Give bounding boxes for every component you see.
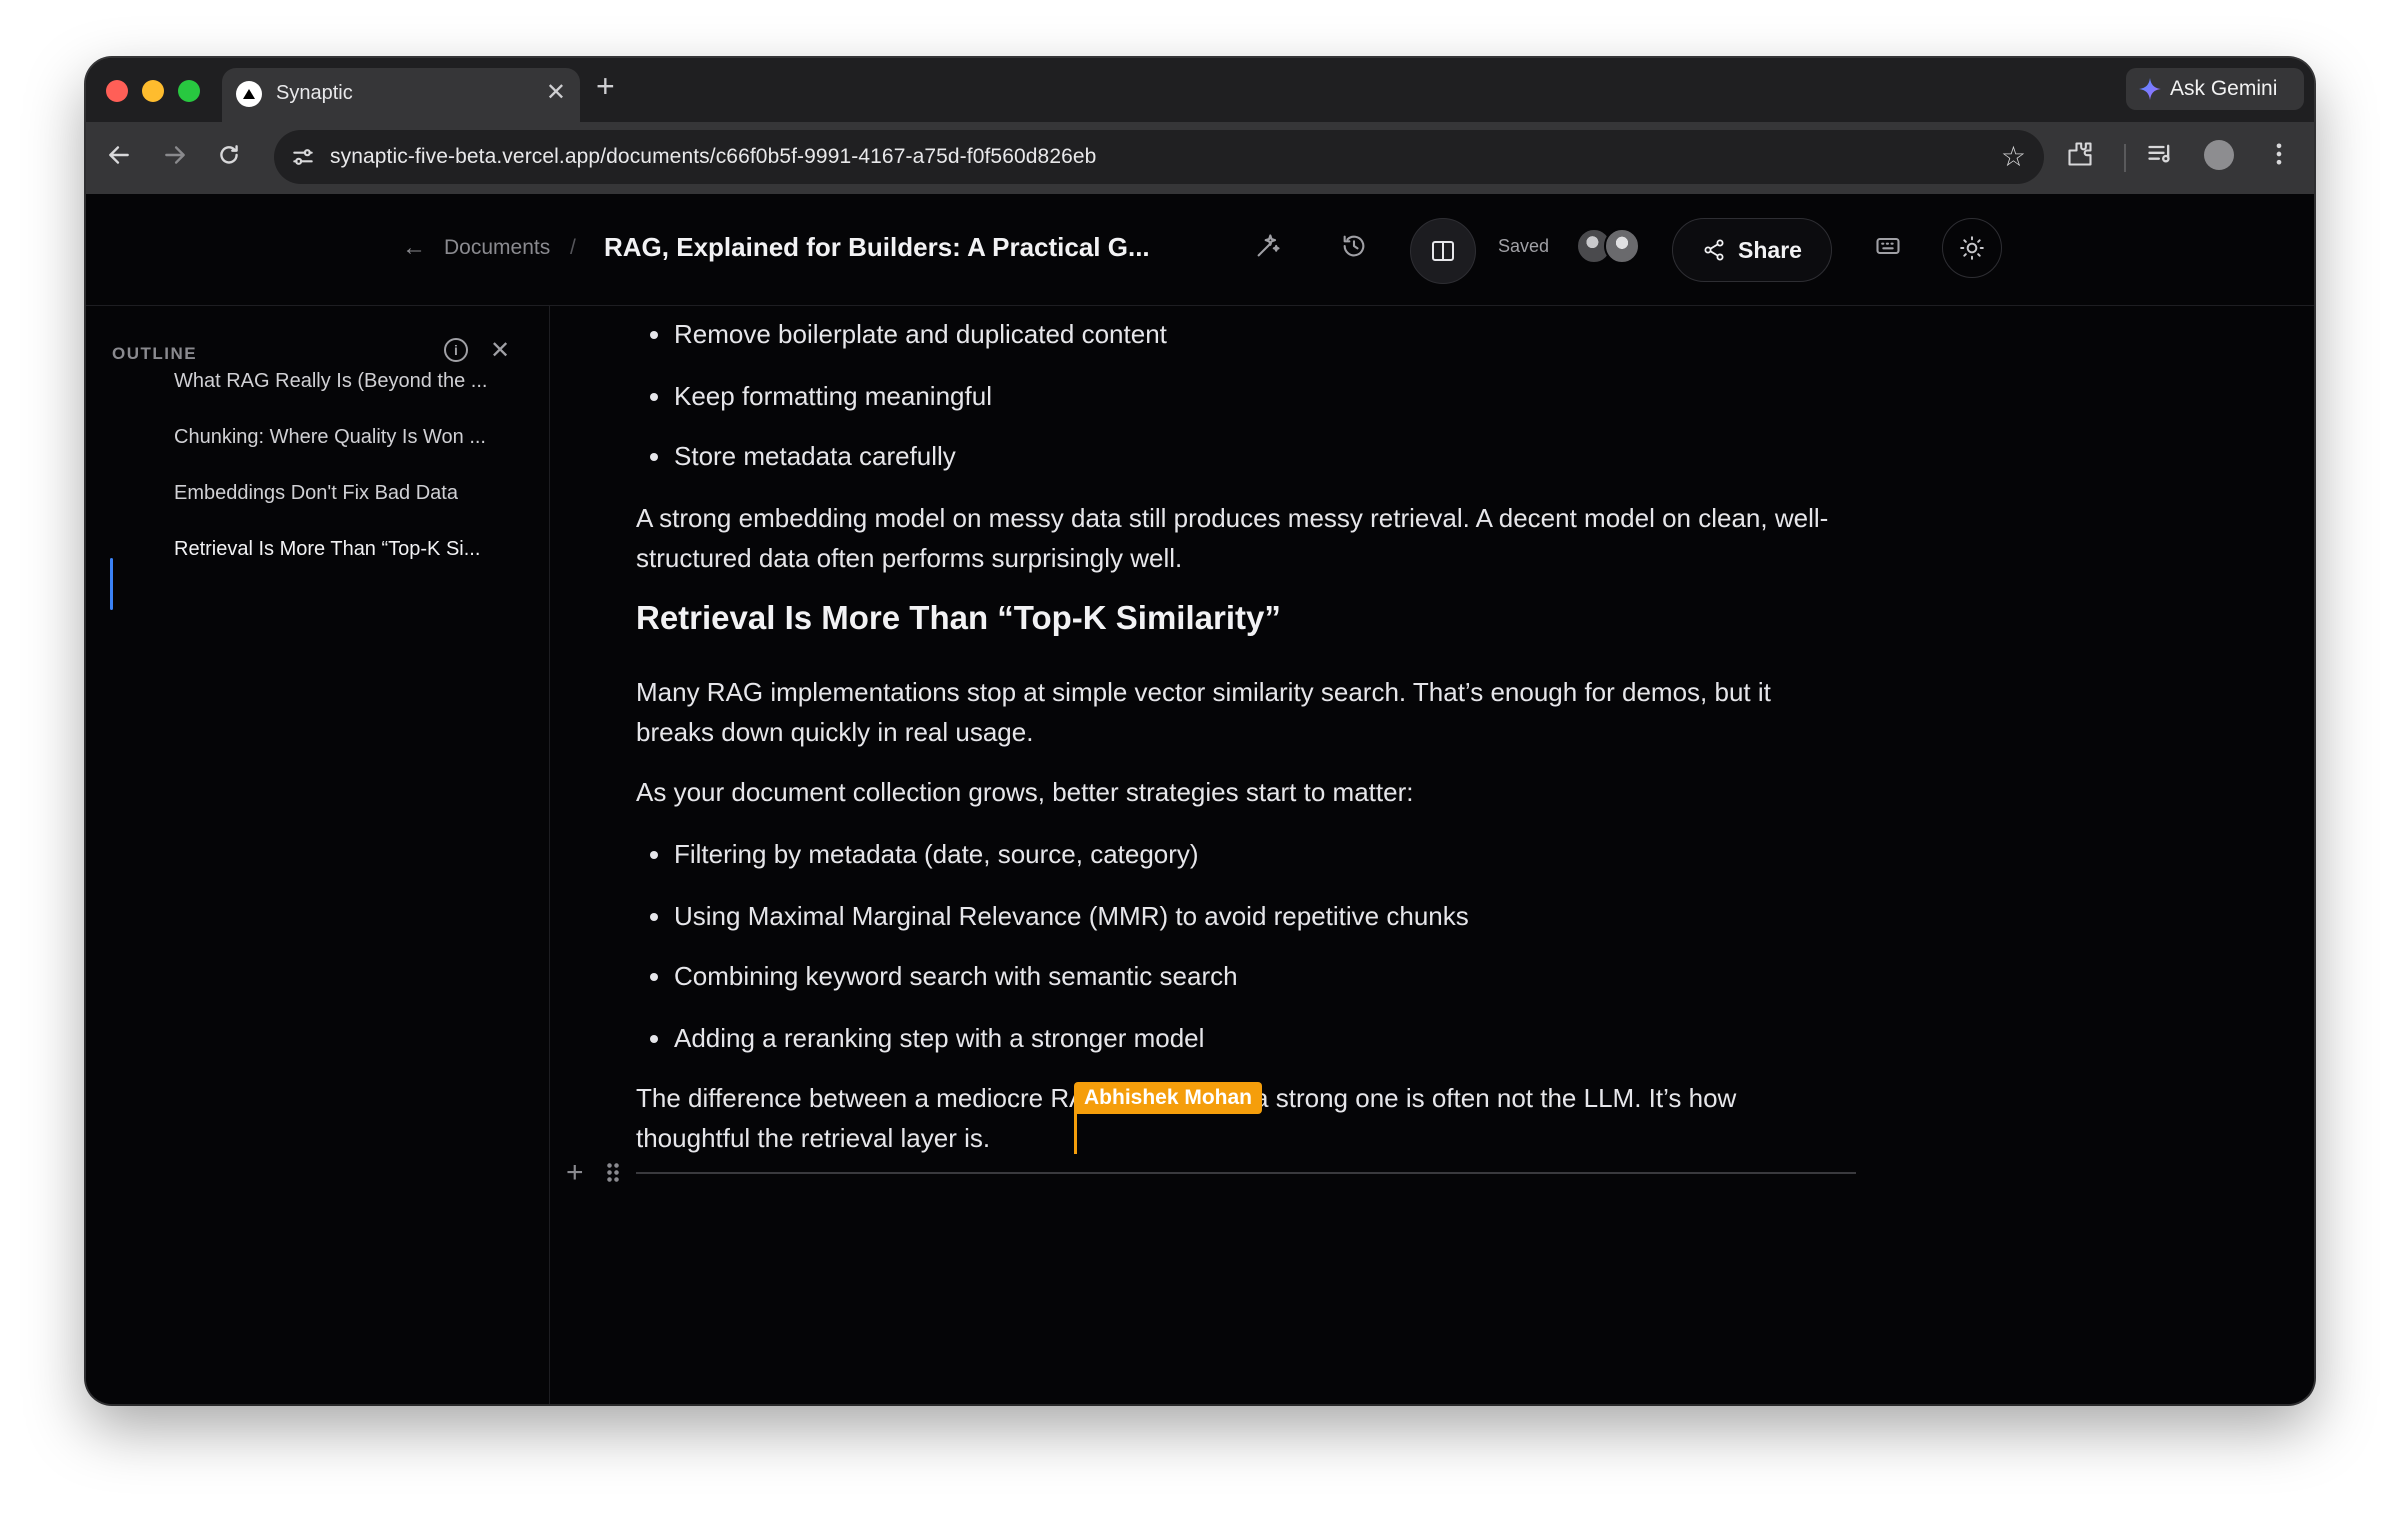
maximize-window-button[interactable] bbox=[178, 80, 200, 102]
synaptic-favicon-icon bbox=[236, 81, 262, 107]
save-status: Saved bbox=[1498, 236, 1550, 256]
share-icon bbox=[1704, 239, 1724, 261]
ask-gemini-button[interactable]: Ask Gemini bbox=[2126, 68, 2304, 110]
ask-gemini-label: Ask Gemini bbox=[2170, 77, 2278, 100]
profile-avatar[interactable] bbox=[2204, 140, 2234, 170]
tab-title: Synaptic bbox=[276, 82, 353, 104]
list-item[interactable]: Adding a reranking step with a stronger … bbox=[636, 1018, 1204, 1058]
collaborator-avatar[interactable] bbox=[1604, 228, 1640, 264]
section-heading[interactable]: Retrieval Is More Than “Top-K Similarity… bbox=[636, 598, 1281, 638]
info-icon[interactable]: i bbox=[444, 338, 468, 362]
list-item[interactable]: Keep formatting meaningful bbox=[636, 376, 992, 416]
outline-active-indicator bbox=[110, 558, 113, 610]
outline-item[interactable]: Chunking: Where Quality Is Won ... bbox=[174, 426, 486, 449]
list-item[interactable]: Filtering by metadata (date, source, cat… bbox=[636, 834, 1199, 874]
browser-tab[interactable]: Synaptic ✕ bbox=[222, 68, 580, 122]
outline-item[interactable]: Embeddings Don't Fix Bad Data bbox=[174, 482, 458, 505]
sidebar-panel-icon bbox=[1432, 241, 1454, 261]
add-block-icon[interactable]: + bbox=[566, 1156, 584, 1190]
breadcrumb-documents-link[interactable]: Documents bbox=[444, 236, 550, 260]
browser-menu-icon[interactable] bbox=[2272, 140, 2286, 168]
url-text[interactable]: synaptic-five-beta.vercel.app/documents/… bbox=[330, 145, 1096, 169]
close-window-button[interactable] bbox=[106, 80, 128, 102]
history-icon[interactable] bbox=[1340, 232, 1368, 260]
outline-heading: OUTLINE bbox=[112, 344, 198, 363]
drag-handle-icon[interactable] bbox=[606, 1162, 620, 1184]
toolbar-divider bbox=[2124, 144, 2126, 172]
collaborator-caret bbox=[1074, 1114, 1077, 1154]
share-button[interactable]: Share bbox=[1672, 218, 1832, 282]
list-item[interactable]: Using Maximal Marginal Relevance (MMR) t… bbox=[636, 896, 1469, 936]
bookmark-star-icon[interactable]: ☆ bbox=[2001, 140, 2026, 173]
paragraph[interactable]: As your document collection grows, bette… bbox=[636, 772, 1856, 812]
list-item[interactable]: Combining keyword search with semantic s… bbox=[636, 956, 1238, 996]
theme-toggle-button[interactable] bbox=[1942, 218, 2002, 278]
ai-sparkle-icon[interactable] bbox=[1254, 232, 1282, 260]
back-arrow-icon[interactable] bbox=[106, 142, 132, 168]
close-outline-icon[interactable]: ✕ bbox=[490, 336, 510, 365]
collaborator-cursor-label: Abhishek Mohan bbox=[1074, 1082, 1263, 1114]
browser-window: Synaptic ✕ + Ask Gemini synaptic-five-be… bbox=[86, 58, 2314, 1404]
paragraph[interactable]: Many RAG implementations stop at simple … bbox=[636, 672, 1856, 752]
outline-sidebar: OUTLINE i ✕ What RAG Really Is (Beyond t… bbox=[86, 306, 550, 1404]
breadcrumb-back-icon[interactable]: ← bbox=[402, 234, 426, 262]
gemini-sparkle-icon bbox=[2139, 78, 2161, 100]
browser-toolbar: synaptic-five-beta.vercel.app/documents/… bbox=[86, 122, 2314, 194]
document-header: ← Documents / RAG, Explained for Builder… bbox=[86, 194, 2314, 306]
address-bar[interactable]: synaptic-five-beta.vercel.app/documents/… bbox=[274, 130, 2044, 184]
extensions-icon[interactable] bbox=[2066, 140, 2094, 168]
share-label: Share bbox=[1738, 236, 1802, 263]
synaptic-app: ← Documents / RAG, Explained for Builder… bbox=[86, 194, 2314, 1404]
reload-icon[interactable] bbox=[216, 142, 242, 168]
new-tab-button[interactable]: + bbox=[596, 68, 615, 105]
site-settings-icon[interactable] bbox=[290, 144, 316, 170]
tab-strip: Synaptic ✕ + Ask Gemini bbox=[86, 58, 2314, 122]
document-editor[interactable]: Remove boilerplate and duplicated conten… bbox=[550, 306, 2314, 1404]
outline-item-active[interactable]: Retrieval Is More Than “Top-K Si... bbox=[174, 538, 480, 561]
toggle-sidebar-button[interactable] bbox=[1410, 218, 1476, 284]
breadcrumb-separator: / bbox=[570, 236, 576, 259]
horizontal-rule bbox=[636, 1172, 1856, 1174]
document-title[interactable]: RAG, Explained for Builders: A Practical… bbox=[604, 232, 1150, 263]
paragraph[interactable]: A strong embedding model on messy data s… bbox=[636, 498, 1856, 578]
sun-icon bbox=[1960, 236, 1984, 260]
minimize-window-button[interactable] bbox=[142, 80, 164, 102]
tab-close-icon[interactable]: ✕ bbox=[546, 78, 566, 107]
list-item[interactable]: Remove boilerplate and duplicated conten… bbox=[636, 314, 1167, 354]
forward-arrow-icon[interactable] bbox=[162, 142, 188, 168]
list-item[interactable]: Store metadata carefully bbox=[636, 436, 956, 476]
keyboard-icon[interactable] bbox=[1874, 232, 1902, 260]
media-controls-icon[interactable] bbox=[2146, 140, 2174, 168]
outline-item[interactable]: What RAG Really Is (Beyond the ... bbox=[174, 370, 487, 393]
